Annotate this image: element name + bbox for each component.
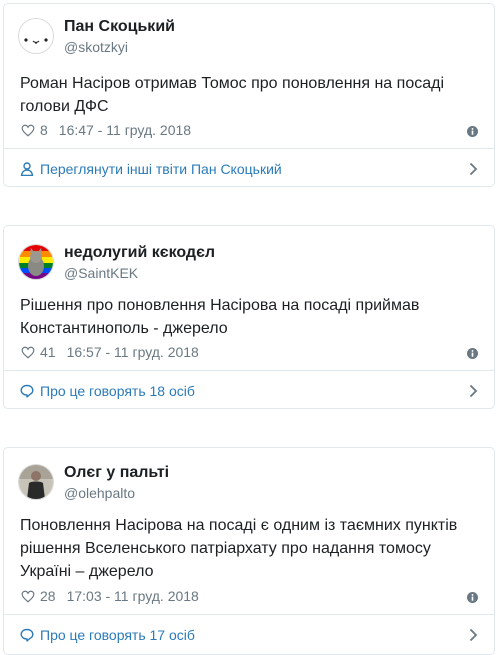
tweet-text-line: Роман Насіров отримав Томос про поновлен… (20, 75, 444, 92)
divider (4, 148, 494, 149)
footer-label[interactable]: Про це говорять 18 осіб (40, 383, 195, 399)
tweet-text: Роман Насіров отримав Томос про поновлен… (20, 72, 478, 118)
tweet-text-line: рішення Вселенського патріархату про над… (20, 540, 431, 557)
tweet-text-line: Константинополь - джерело (20, 320, 228, 337)
footer-label[interactable]: Переглянути інші твіти Пан Скоцький (40, 161, 282, 177)
tweet-text: Рішення про поновлення Насірова на посад… (20, 294, 478, 340)
tweet-header: Пан Скоцький @skotzkyi (18, 16, 175, 56)
user-handle[interactable]: @skotzkyi (64, 40, 175, 54)
tweet-header: недолугий кєкодєл @SaintKEK (18, 242, 215, 282)
tweet-text-line: Україні – джерело (20, 563, 154, 580)
divider (4, 614, 494, 615)
tweet-card: Олєг у пальті @olehpalto Поновлення Насі… (3, 447, 495, 655)
timestamp[interactable]: 16:57 - 11 груд. 2018 (67, 344, 199, 360)
chevron-right-icon[interactable] (469, 162, 478, 176)
user-handle[interactable]: @olehpalto (64, 486, 169, 500)
tweet-text-line: Поновлення Насірова на посаді є одним із… (20, 517, 458, 534)
rainbow-cat-icon[interactable] (18, 244, 54, 280)
footer-label[interactable]: Про це говорять 17 осіб (40, 627, 195, 643)
tweet-header: Олєг у пальті @olehpalto (18, 462, 169, 502)
tweet-card: недолугий кєкодєл @SaintKEK Рішення про … (3, 225, 495, 409)
info-icon[interactable] (467, 348, 478, 359)
timestamp[interactable]: 17:03 - 11 груд. 2018 (67, 588, 199, 604)
footer-link[interactable]: Переглянути інші твіти Пан Скоцький (20, 159, 478, 179)
tweet-text: Поновлення Насірова на посаді є одним із… (20, 514, 478, 583)
tweet-text-line: Рішення про поновлення Насірова на посад… (20, 297, 420, 314)
speech-bubble-icon (20, 628, 34, 642)
info-icon[interactable] (467, 126, 478, 137)
like-count[interactable]: 41 (40, 344, 56, 360)
author-names: Пан Скоцький @skotzkyi (64, 18, 175, 54)
tweet-meta: 8 16:47 - 11 груд. 2018 (21, 122, 191, 138)
divider (4, 370, 494, 371)
speech-bubble-icon (20, 384, 34, 398)
chevron-right-icon[interactable] (469, 384, 478, 398)
display-name[interactable]: недолугий кєкодєл (64, 244, 215, 261)
heart-icon[interactable] (21, 124, 35, 137)
like-count[interactable]: 8 (40, 122, 48, 138)
cat-face-icon[interactable] (18, 18, 54, 54)
heart-icon[interactable] (21, 346, 35, 359)
author-names: недолугий кєкодєл @SaintKEK (64, 244, 215, 280)
author-names: Олєг у пальті @olehpalto (64, 464, 169, 500)
heart-icon[interactable] (21, 590, 35, 603)
user-handle[interactable]: @SaintKEK (64, 266, 215, 280)
timestamp[interactable]: 16:47 - 11 груд. 2018 (59, 122, 191, 138)
tweet-card: Пан Скоцький @skotzkyi Роман Насіров отр… (3, 3, 495, 187)
chevron-right-icon[interactable] (469, 628, 478, 642)
info-icon[interactable] (467, 592, 478, 603)
footer-link[interactable]: Про це говорять 17 осіб (20, 625, 478, 645)
display-name[interactable]: Олєг у пальті (64, 464, 169, 481)
tweet-meta: 28 17:03 - 11 груд. 2018 (21, 588, 199, 604)
person-in-coat-icon[interactable] (18, 464, 54, 500)
tweet-meta: 41 16:57 - 11 груд. 2018 (21, 344, 199, 360)
tweet-text-line: голови ДФС (20, 98, 109, 115)
like-count[interactable]: 28 (40, 588, 56, 604)
person-icon (20, 162, 34, 176)
footer-link[interactable]: Про це говорять 18 осіб (20, 381, 478, 401)
display-name[interactable]: Пан Скоцький (64, 18, 175, 35)
